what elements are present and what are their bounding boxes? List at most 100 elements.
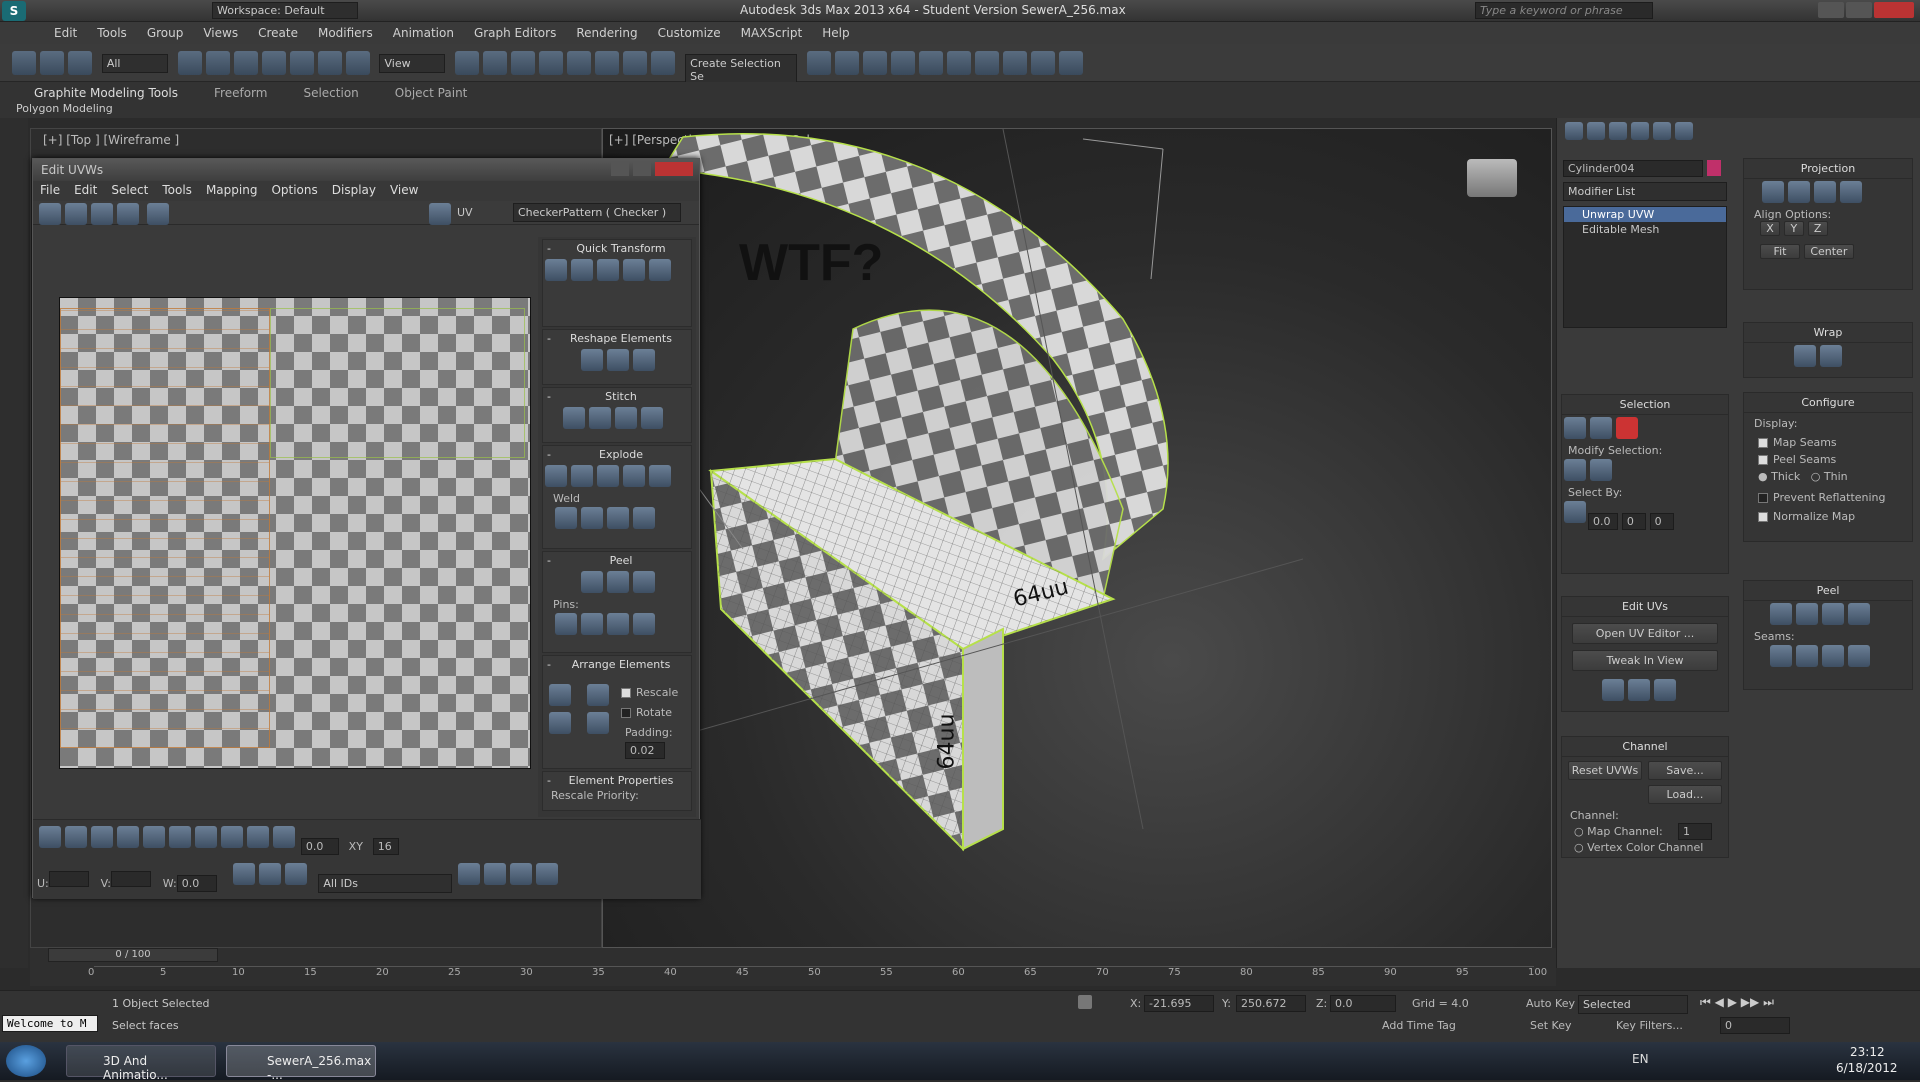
workspace-dropdown[interactable]: Workspace: Default	[212, 2, 358, 19]
edge-mode-icon[interactable]	[65, 826, 87, 848]
pin-icon[interactable]	[555, 613, 577, 635]
align-x-button[interactable]: X	[1760, 221, 1780, 236]
spherical-map-icon[interactable]	[1814, 181, 1836, 203]
x-coord-field[interactable]: -21.695	[1144, 995, 1214, 1012]
key-filters-button[interactable]: Key Filters...	[1616, 1019, 1683, 1032]
peel-bucket-icon[interactable]	[1848, 603, 1870, 625]
thick-radio[interactable]: ● Thick	[1758, 470, 1800, 483]
element-properties-title[interactable]: Element Properties	[543, 772, 691, 789]
grid-value[interactable]: 16	[372, 838, 399, 855]
menu-graph-editors[interactable]: Graph Editors	[464, 22, 566, 44]
quick-peel-icon[interactable]	[581, 571, 603, 593]
taskbar-app-browser[interactable]: 3D And Animatio...	[66, 1045, 216, 1082]
seam-edge-icon[interactable]	[1796, 645, 1818, 667]
pack-settings-icon[interactable]	[587, 712, 609, 734]
uvw-menu-display[interactable]: Display	[325, 181, 383, 199]
tab-graphite-modeling[interactable]: Graphite Modeling Tools	[16, 82, 196, 104]
pack-normalize-icon[interactable]	[549, 684, 571, 706]
uvw-menu-edit[interactable]: Edit	[67, 181, 104, 199]
menu-views[interactable]: Views	[193, 22, 248, 44]
window-crossing-icon[interactable]	[261, 51, 286, 75]
zoom-extents-icon[interactable]	[536, 863, 559, 885]
quick-planar-icon[interactable]	[1602, 679, 1624, 701]
stitch-average-icon[interactable]	[615, 407, 637, 429]
modify-tab-icon[interactable]	[1587, 122, 1605, 140]
explode-title[interactable]: Explode	[543, 446, 691, 463]
map-channel-radio[interactable]: ○ Map Channel:	[1574, 825, 1663, 838]
align-icon[interactable]	[834, 51, 859, 75]
fit-button[interactable]: Fit	[1760, 244, 1800, 259]
qt-align-v-icon[interactable]	[597, 259, 619, 281]
u-field[interactable]	[48, 871, 89, 887]
sel-face-icon[interactable]	[1616, 417, 1638, 439]
planar-map-icon[interactable]	[1762, 181, 1784, 203]
goto-end-icon[interactable]: ⏭	[1763, 995, 1774, 1009]
texture-dropdown[interactable]: CheckerPattern ( Checker )	[513, 203, 681, 222]
open-uv-editor-button[interactable]: Open UV Editor ...	[1572, 623, 1718, 644]
center-button[interactable]: Center	[1803, 244, 1854, 259]
language-indicator[interactable]: EN	[1632, 1052, 1649, 1066]
explode-settings-icon[interactable]	[649, 465, 671, 487]
rendered-frame-icon[interactable]	[1030, 51, 1055, 75]
maxscript-listener[interactable]: Welcome to M	[2, 1015, 98, 1032]
hierarchy-tab-icon[interactable]	[1609, 122, 1627, 140]
seam-path-icon[interactable]	[1822, 645, 1844, 667]
minimize-button[interactable]	[1818, 2, 1844, 18]
relax-settings-icon[interactable]	[633, 349, 655, 371]
edit-uvws-titlebar[interactable]: Edit UVWs	[33, 159, 699, 181]
weld-target-icon[interactable]	[581, 507, 603, 529]
face-mode-icon[interactable]	[91, 826, 113, 848]
rectangular-selection-icon[interactable]	[233, 51, 258, 75]
uv-freeform-icon[interactable]	[117, 203, 139, 225]
next-frame-icon[interactable]: ▶▶	[1741, 995, 1759, 1009]
uv-mirror-icon[interactable]	[147, 203, 169, 225]
menu-animation[interactable]: Animation	[383, 22, 464, 44]
element-mode-icon[interactable]	[117, 826, 139, 848]
stitch-custom-icon[interactable]	[563, 407, 585, 429]
peel-seams-checkbox[interactable]: Peel Seams	[1744, 451, 1912, 468]
ribbon-subtitle[interactable]: Polygon Modeling	[16, 102, 113, 115]
search-input[interactable]: Type a keyword or phrase	[1475, 2, 1653, 19]
link-icon[interactable]	[12, 51, 36, 75]
uvw-menu-tools[interactable]: Tools	[155, 181, 199, 199]
object-color-swatch[interactable]	[1707, 160, 1721, 176]
cylindrical-map-icon[interactable]	[1788, 181, 1810, 203]
menu-maxscript[interactable]: MAXScript	[731, 22, 813, 44]
maximize-button[interactable]	[1846, 2, 1872, 18]
prev-frame-icon[interactable]: ◀	[1715, 995, 1724, 1009]
align-z-button[interactable]: Z	[1807, 221, 1828, 236]
select-pins-icon[interactable]	[633, 613, 655, 635]
tweak-in-view-button[interactable]: Tweak In View	[1572, 650, 1718, 671]
freeze-icon[interactable]	[284, 863, 307, 885]
taskbar-app-3dsmax[interactable]: SewerA_256.max -...	[226, 1045, 376, 1082]
snap-toggle-icon[interactable]	[539, 51, 564, 75]
straighten-icon[interactable]	[581, 349, 603, 371]
peel-pelt-icon[interactable]	[1796, 603, 1818, 625]
edit-named-selection-icon[interactable]	[651, 51, 676, 75]
layer-manager-icon[interactable]	[862, 51, 887, 75]
padding-field[interactable]: 0.02	[625, 742, 665, 759]
projection-title[interactable]: Projection	[1744, 159, 1912, 179]
clock-time[interactable]: 23:12	[1850, 1045, 1885, 1059]
menu-edit[interactable]: Edit	[44, 22, 87, 44]
object-name-field[interactable]: Cylinder004	[1563, 160, 1703, 177]
uvw-maximize-button[interactable]	[633, 162, 651, 176]
create-tab-icon[interactable]	[1565, 122, 1583, 140]
grow-selection-icon[interactable]	[143, 826, 165, 848]
unfold-map-icon[interactable]	[1820, 345, 1842, 367]
pivot-icon[interactable]	[455, 51, 480, 75]
loop-icon[interactable]	[195, 826, 217, 848]
qt-align-u-icon[interactable]	[571, 259, 593, 281]
paint-select-icon[interactable]	[247, 826, 269, 848]
schematic-view-icon[interactable]	[946, 51, 971, 75]
ring-icon[interactable]	[221, 826, 243, 848]
checker-toggle-icon[interactable]	[429, 203, 451, 225]
normalize-map-checkbox[interactable]: Normalize Map	[1744, 506, 1912, 527]
app-logo-icon[interactable]: S	[2, 1, 26, 21]
pack-together-icon[interactable]	[549, 712, 571, 734]
quick-transform-title[interactable]: Quick Transform	[543, 240, 691, 257]
select-by-element-icon[interactable]	[1564, 501, 1586, 523]
y-coord-field[interactable]: 250.672	[1236, 995, 1306, 1012]
soft-select-value[interactable]: 0.0	[300, 838, 339, 855]
graphite-toggle-icon[interactable]	[890, 51, 915, 75]
